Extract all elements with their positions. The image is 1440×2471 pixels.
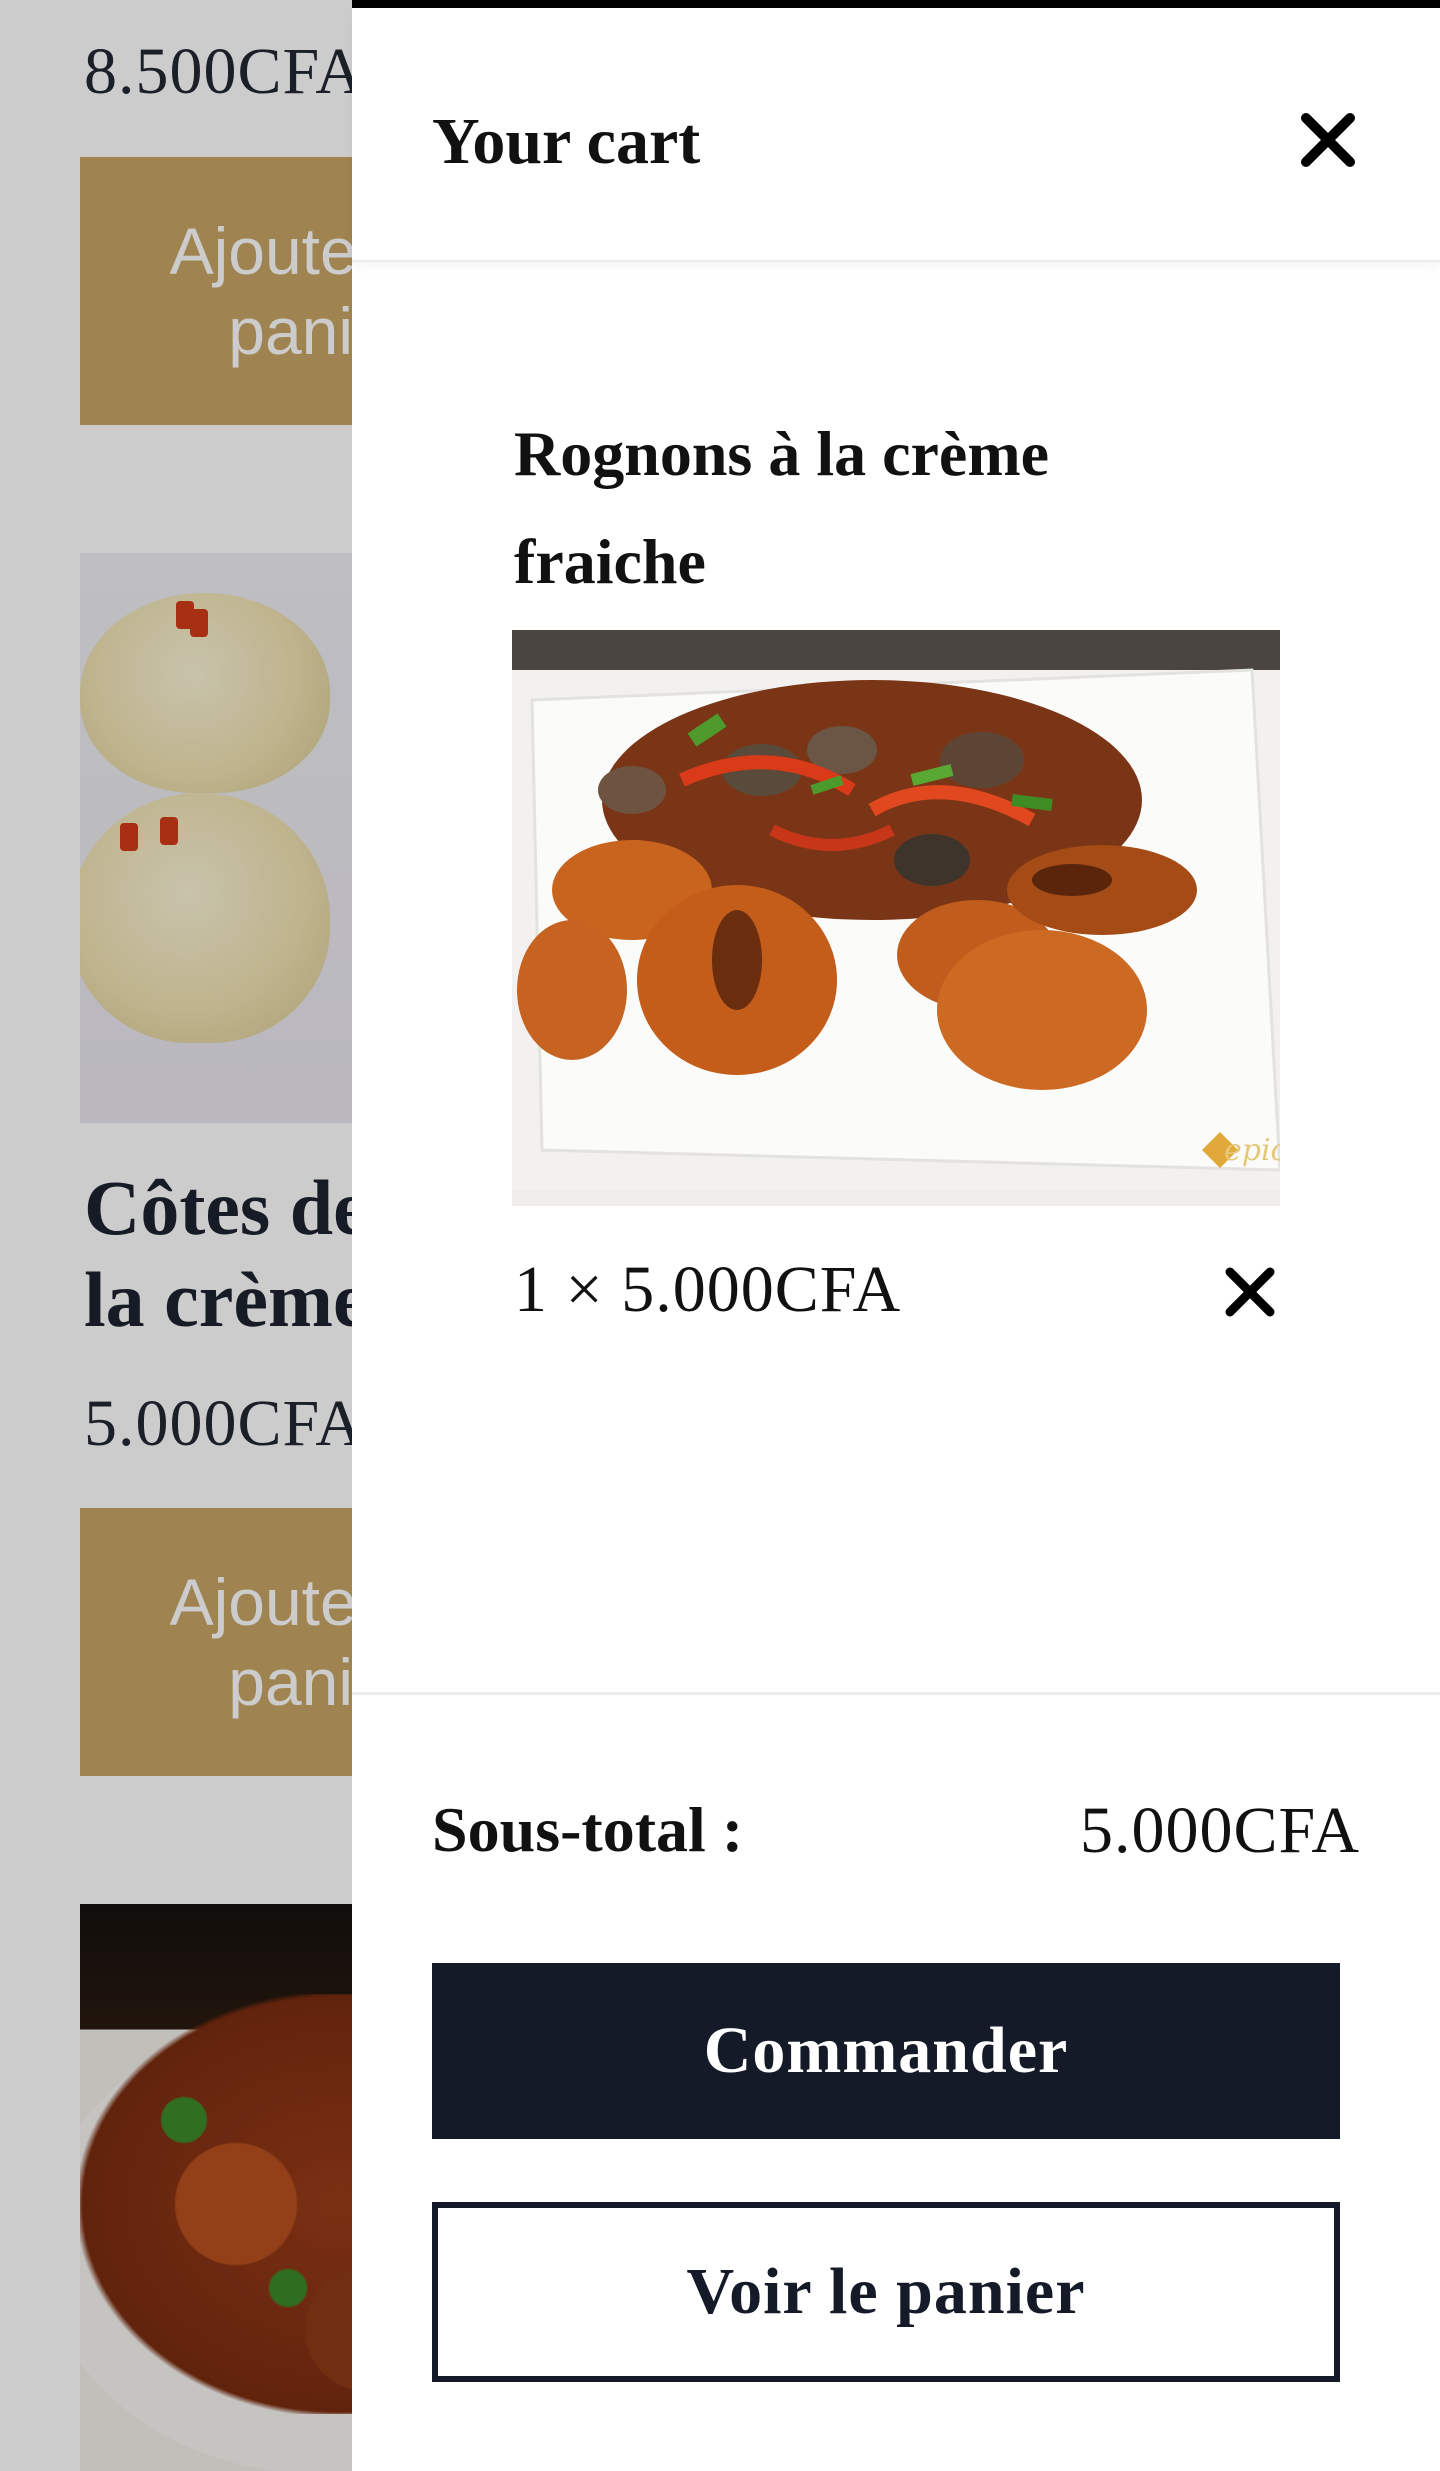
cart-header: Your cart — [352, 8, 1440, 262]
watermark-logo: epicure — [1224, 1133, 1280, 1168]
close-icon[interactable] — [1292, 104, 1364, 176]
cart-footer: Sous-total : 5.000CFA Commander Voir le … — [352, 1692, 1440, 2471]
checkout-button[interactable]: Commander — [432, 1963, 1340, 2139]
cart-drawer: Your cart Rognons à la crème fraiche epi… — [352, 0, 1440, 2471]
cart-title: Your cart — [432, 105, 701, 178]
subtotal-label: Sous-total : — [432, 1794, 744, 1865]
subtotal-value: 5.000CFA — [1080, 1794, 1360, 1867]
cart-item-name[interactable]: Rognons à la crème fraiche — [514, 400, 1234, 616]
view-cart-button[interactable]: Voir le panier — [432, 2202, 1340, 2382]
remove-item-icon[interactable] — [1220, 1262, 1280, 1322]
cart-item-quantity-price: 1 × 5.000CFA — [514, 1253, 902, 1326]
cart-item-image[interactable]: epicure — [512, 630, 1280, 1206]
